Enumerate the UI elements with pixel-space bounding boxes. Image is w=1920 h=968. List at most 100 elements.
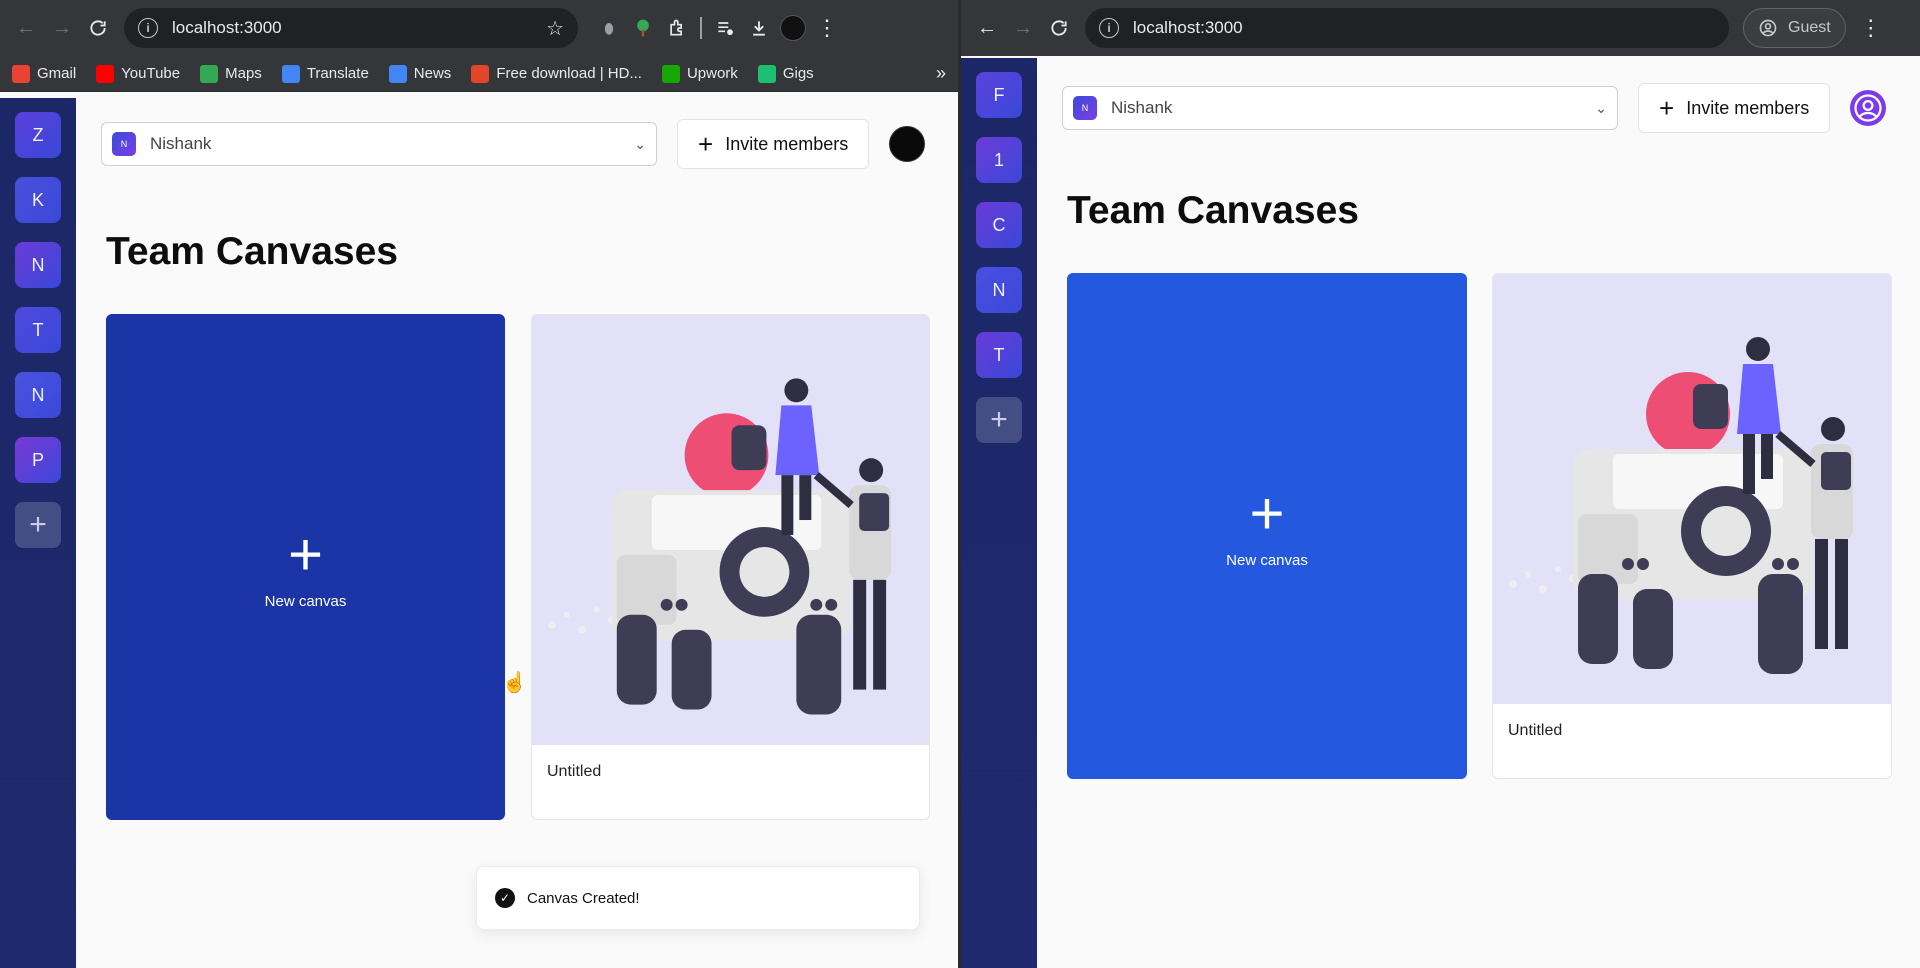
back-button[interactable]: ← (969, 10, 1005, 46)
bookmark-item[interactable]: Translate (281, 64, 369, 83)
org-item[interactable]: N (15, 372, 61, 418)
freepik-icon (471, 64, 490, 83)
forward-button[interactable]: → (1005, 10, 1041, 46)
board-title: Untitled (547, 763, 602, 780)
org-item[interactable]: Z (15, 112, 61, 158)
bookmark-item[interactable]: Maps (200, 64, 262, 83)
org-item[interactable]: C (976, 202, 1022, 248)
reload-button[interactable] (1041, 10, 1077, 46)
org-item[interactable]: T (15, 307, 61, 353)
jeep-illustration (547, 378, 892, 715)
chevron-down-icon: ⌄ (634, 135, 646, 152)
reload-button[interactable] (80, 10, 116, 46)
toast-notification: ✓ Canvas Created! (476, 866, 920, 930)
invite-members-label: Invite members (1686, 97, 1810, 118)
bookmark-label: Gigs (782, 65, 814, 82)
invite-members-button[interactable]: + Invite members (1638, 83, 1831, 133)
org-item[interactable]: K (15, 177, 61, 223)
org-badge: N (112, 132, 136, 156)
board-thumbnail (1493, 274, 1891, 704)
org-switcher[interactable]: N Nishank ⌄ (1062, 86, 1618, 130)
back-button[interactable]: ← (8, 10, 44, 46)
tree-extension-icon[interactable] (626, 11, 660, 45)
user-avatar[interactable] (1850, 90, 1887, 126)
page-title: Team Canvases (106, 230, 398, 273)
plus-icon: + (1249, 479, 1285, 547)
org-switcher-label: Nishank (1111, 98, 1173, 117)
url-text: localhost:3000 (1133, 18, 1243, 37)
bookmarks-bar: Gmail YouTube Maps Translate News Free downlo… (0, 56, 958, 92)
translate-icon (281, 64, 300, 83)
org-item[interactable]: 1 (976, 137, 1022, 183)
new-canvas-button[interactable]: + New canvas (1067, 273, 1467, 779)
forward-button[interactable]: → (44, 10, 80, 46)
board-title: Untitled (1508, 722, 1563, 739)
bookmark-item[interactable]: YouTube (96, 64, 181, 83)
url-text: localhost:3000 (172, 18, 282, 37)
download-icon[interactable] (742, 11, 776, 45)
profile-avatar[interactable] (776, 11, 810, 45)
media-queue-icon[interactable] (708, 11, 742, 45)
browser-toolbar: ← → i localhost:3000 Guest ⋮ (961, 0, 1920, 56)
toast-message: Canvas Created! (527, 889, 640, 907)
org-item[interactable]: F (976, 72, 1022, 118)
org-item[interactable]: N (976, 267, 1022, 313)
add-org-button[interactable]: + (976, 397, 1022, 443)
bookmark-label: YouTube (121, 65, 181, 82)
bookmark-label: News (413, 65, 452, 82)
site-info-icon[interactable]: i (1099, 18, 1119, 38)
guest-label: Guest (1788, 19, 1831, 36)
upwork-icon (661, 64, 680, 83)
jeep-illustration (1509, 337, 1853, 674)
plus-icon: + (1659, 93, 1675, 123)
address-bar[interactable]: i localhost:3000 ☆ (124, 8, 578, 48)
browser-menu-icon[interactable]: ⋮ (1854, 11, 1888, 45)
org-switcher-label: Nishank (150, 134, 212, 153)
maps-icon (200, 64, 219, 83)
dashboard-main: N Nishank ⌄ + Invite members Team Canvas… (76, 98, 958, 968)
bookmark-star-icon[interactable]: ☆ (546, 16, 564, 41)
org-switcher[interactable]: N Nishank ⌄ (101, 122, 657, 166)
puzzle-extensions-icon[interactable] (660, 11, 694, 45)
news-icon (388, 64, 407, 83)
bookmark-item[interactable]: News (388, 64, 452, 83)
plus-icon: + (698, 129, 714, 159)
board-card[interactable]: Untitled (1492, 273, 1892, 779)
app-container: F 1 C N T + N Nishank ⌄ + Invite members Team… (961, 58, 1920, 968)
user-icon (1854, 94, 1882, 122)
reload-icon (90, 20, 106, 36)
org-item[interactable]: N (15, 242, 61, 288)
bookmark-item[interactable]: Free download | HD... (471, 64, 642, 83)
bookmark-item[interactable]: Upwork (661, 64, 738, 83)
address-bar[interactable]: i localhost:3000 (1085, 8, 1729, 48)
bookmarks-overflow-button[interactable]: » (936, 63, 946, 84)
org-sidebar: F 1 C N T + (961, 58, 1037, 968)
chevron-down-icon: ⌄ (1595, 99, 1607, 116)
invite-members-button[interactable]: + Invite members (677, 119, 870, 169)
browser-toolbar: ← → i localhost:3000 ☆ ⋮ (0, 0, 958, 56)
org-item[interactable]: T (976, 332, 1022, 378)
new-canvas-button[interactable]: + New canvas (106, 314, 505, 820)
org-item[interactable]: P (15, 437, 61, 483)
profile-circle-icon (1759, 19, 1777, 37)
mouse-cursor-icon: ☝ (502, 672, 527, 694)
board-card[interactable]: Untitled (531, 314, 930, 820)
page-title: Team Canvases (1067, 189, 1359, 232)
add-org-button[interactable]: + (15, 502, 61, 548)
dashboard-main: N Nishank ⌄ + Invite members Team Canvas… (1037, 58, 1920, 968)
toolbar-separator (700, 17, 702, 39)
right-browser-window: ← → i localhost:3000 Guest ⋮ F 1 C N T + N Ni… (961, 0, 1920, 968)
fiverr-icon (757, 64, 776, 83)
bookmark-label: Upwork (686, 65, 738, 82)
extension-icon[interactable] (592, 11, 626, 45)
bookmark-item[interactable]: Gigs (757, 64, 814, 83)
youtube-icon (96, 64, 115, 83)
app-container: Z K N T N P + N Nishank ⌄ + Invite members Tea… (0, 98, 958, 968)
site-info-icon[interactable]: i (138, 18, 158, 38)
user-avatar[interactable] (889, 126, 926, 162)
browser-menu-icon[interactable]: ⋮ (810, 11, 844, 45)
bookmark-item[interactable]: Gmail (12, 64, 76, 83)
reload-icon (1051, 20, 1067, 36)
guest-profile-button[interactable]: Guest (1743, 8, 1846, 48)
board-thumbnail (532, 315, 929, 745)
